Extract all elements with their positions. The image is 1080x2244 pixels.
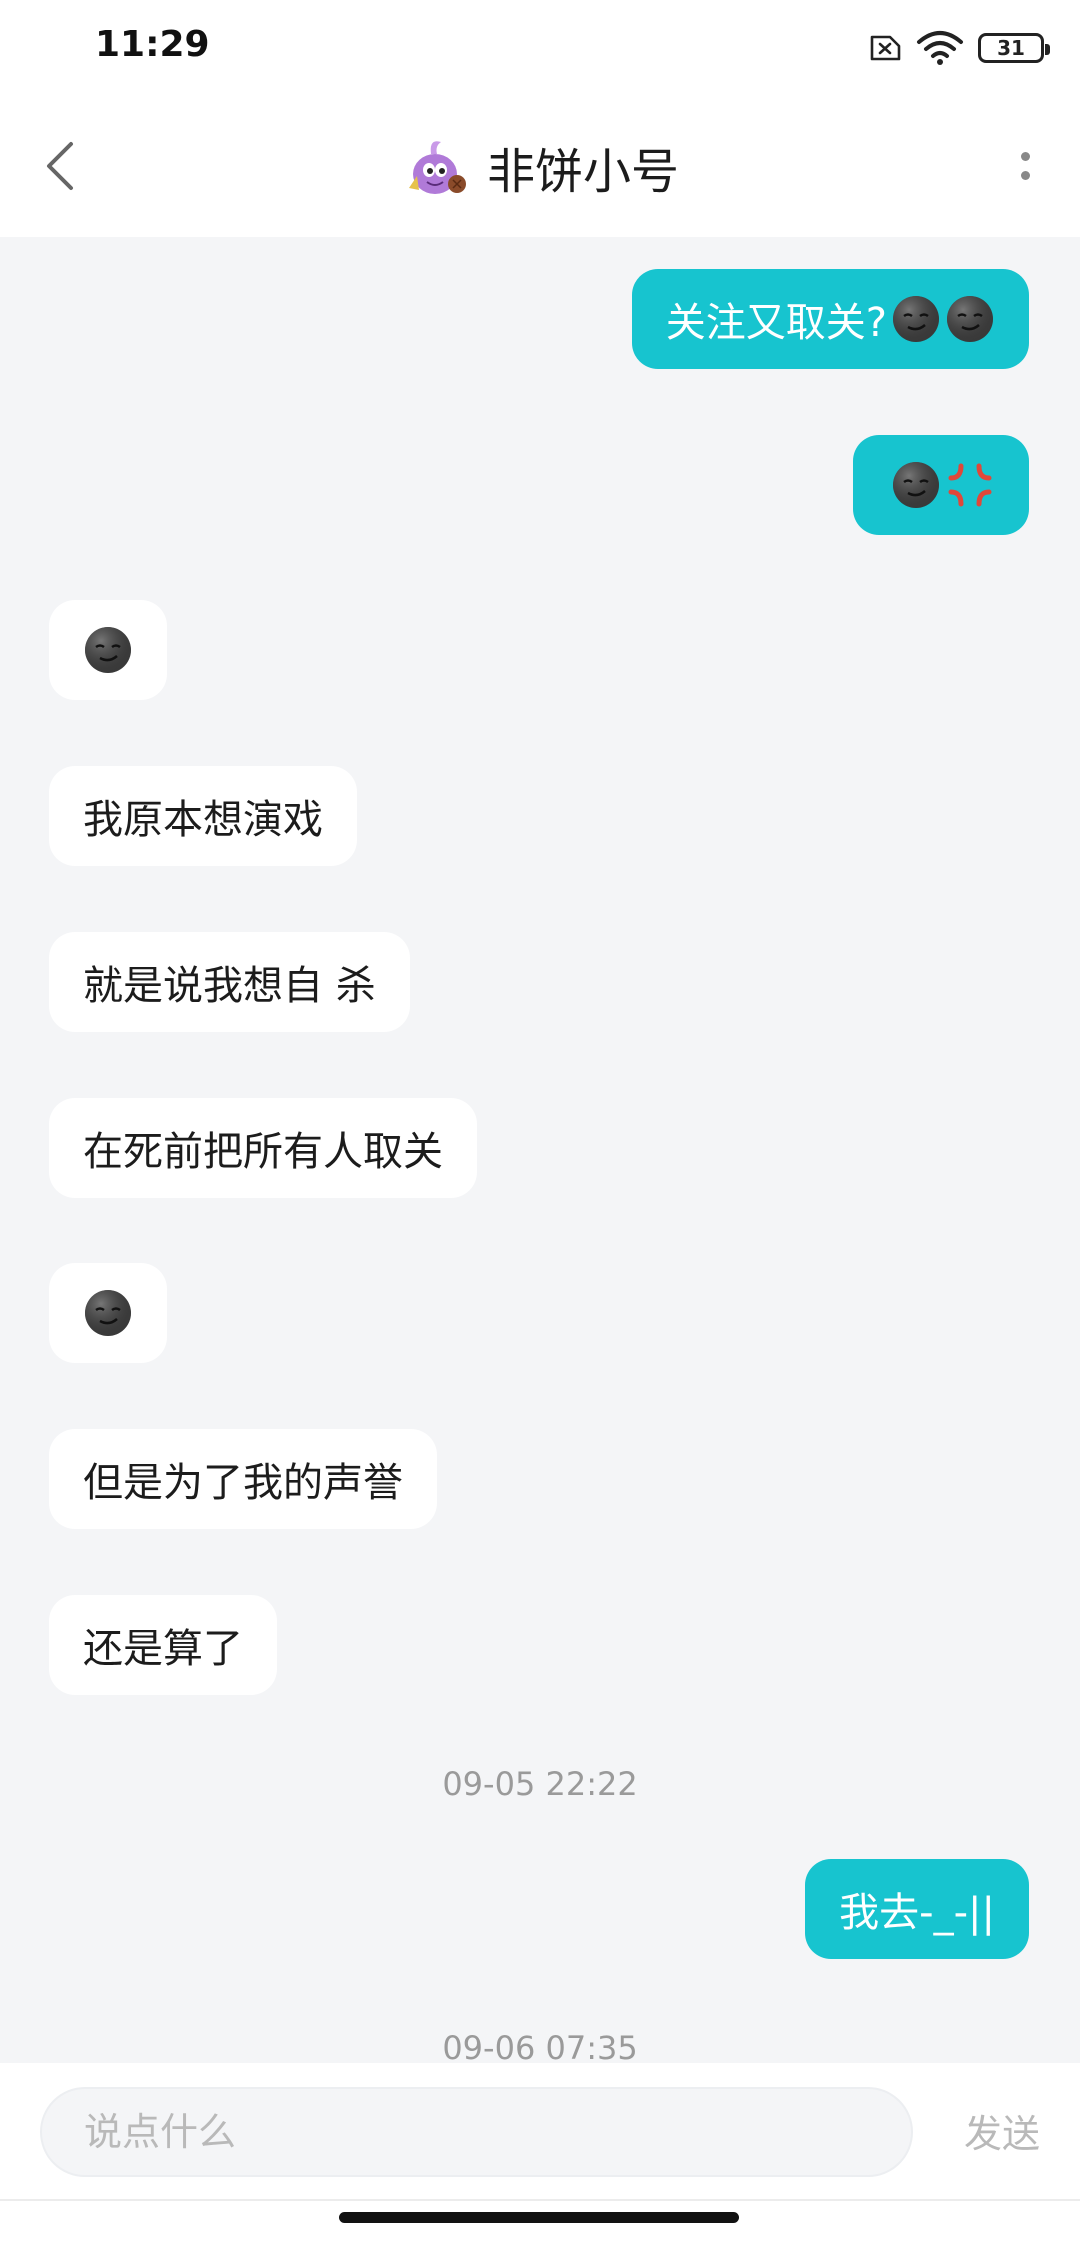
avatar[interactable] (401, 132, 471, 202)
message-bubble-out[interactable] (853, 435, 1029, 535)
moon-face-icon (85, 1290, 131, 1336)
message-bubble-out[interactable]: 关注又取关? (631, 269, 1029, 369)
battery-level: 31 (997, 36, 1025, 60)
message-bubble-in[interactable]: 我原本想演戏 (49, 766, 357, 866)
status-bar: 11:29 31 (0, 0, 1080, 95)
wifi-icon (917, 31, 963, 65)
message-input[interactable] (40, 2087, 913, 2177)
status-icons: 31 (866, 28, 1050, 68)
message-bubble-in[interactable]: 就是说我想自 杀 (49, 932, 410, 1032)
message-bubble-in[interactable]: 还是算了 (49, 1595, 277, 1695)
anger-symbol-icon (948, 463, 992, 507)
message-bubble-in[interactable]: 但是为了我的声誉 (49, 1429, 437, 1529)
message-bubble-in[interactable]: 在死前把所有人取关 (49, 1098, 477, 1198)
send-button[interactable]: 发送 (964, 2103, 1040, 2158)
contact-name: 非饼小号 (486, 144, 679, 200)
message-list[interactable]: 关注又取关? 我原本想演戏 就是说我想自 杀 在死前把所有人取关 但是为了我的声… (0, 237, 1080, 2063)
home-indicator[interactable] (339, 2212, 739, 2223)
message-text: 但是为了我的声誉 (83, 1460, 403, 1506)
message-bubble-in[interactable] (49, 600, 167, 700)
moon-face-icon (893, 296, 939, 342)
moon-face-icon (893, 462, 939, 508)
message-text: 关注又取关? (665, 300, 887, 346)
more-options-button[interactable] (1000, 133, 1050, 199)
divider (0, 2199, 1080, 2201)
message-bubble-in[interactable] (49, 1263, 167, 1363)
message-text: 就是说我想自 杀 (83, 963, 376, 1009)
message-text: 在死前把所有人取关 (83, 1129, 443, 1175)
message-text: 我去-_-|| (839, 1890, 995, 1936)
battery-icon: 31 (978, 33, 1050, 63)
header-center: 非饼小号 (0, 117, 1080, 217)
status-time: 11:29 (95, 24, 210, 65)
message-bubble-out[interactable]: 我去-_-|| (805, 1859, 1029, 1959)
message-text: 还是算了 (83, 1626, 243, 1672)
chat-screen: 11:29 31 非饼小号 关注又取关? 我原本想演戏 就是说我想自 杀 在死前… (0, 0, 1080, 2244)
chat-header: 非饼小号 (0, 95, 1080, 237)
moon-face-icon (947, 296, 993, 342)
message-timestamp: 09-05 22:22 (442, 1765, 638, 1803)
input-bar: 发送 (0, 2063, 1080, 2244)
more-vertical-icon (1020, 152, 1030, 161)
moon-face-icon (85, 627, 131, 673)
message-text: 我原本想演戏 (83, 797, 323, 843)
message-timestamp: 09-06 07:35 (442, 2029, 638, 2063)
sim-error-icon (870, 35, 901, 61)
